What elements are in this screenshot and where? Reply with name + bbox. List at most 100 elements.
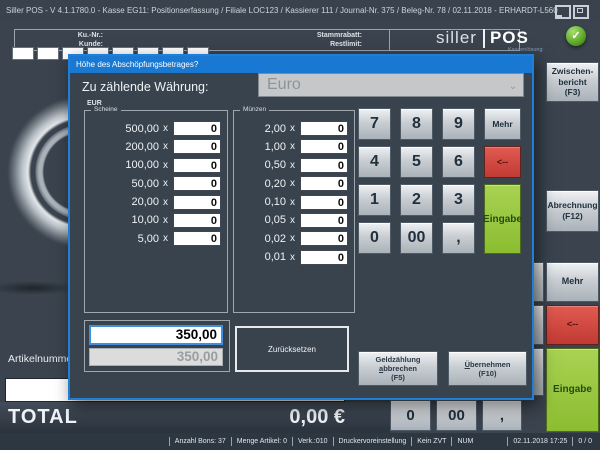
key-enter[interactable]: Eingabe xyxy=(484,184,521,254)
restore-icon[interactable] xyxy=(573,5,589,19)
cancel-button-line2: (F5) xyxy=(391,373,405,382)
denomination-count-input[interactable]: 0 xyxy=(173,121,221,136)
currency-value: Euro xyxy=(267,76,301,93)
denomination-label: 100,00 xyxy=(125,159,159,171)
header-divider xyxy=(389,30,390,50)
apply-button[interactable]: Übernehmen (F10) xyxy=(448,351,527,386)
backspace-button[interactable]: <-- xyxy=(546,305,599,345)
interim-report-button[interactable]: Zwischen-bericht(F3) xyxy=(546,62,599,102)
denomination-count-input[interactable]: 0 xyxy=(300,213,348,228)
multiply-sign: x xyxy=(163,178,168,189)
key-1[interactable]: 1 xyxy=(358,184,391,216)
coins-group-label: Münzen xyxy=(240,106,269,113)
cash-count-dialog: Höhe des Abschöpfungsbetrages? Zu zählen… xyxy=(68,54,534,400)
button-label-line: Abrechnung xyxy=(547,200,597,211)
multiply-sign: x xyxy=(163,215,168,226)
key-3[interactable]: 3 xyxy=(442,184,475,216)
button-label-line: Mehr xyxy=(562,276,584,287)
key-backspace[interactable]: <-- xyxy=(484,146,521,178)
denomination-label: 500,00 xyxy=(125,123,159,135)
reset-button[interactable]: Zurücksetzen xyxy=(235,326,349,372)
button-label-line: <-- xyxy=(567,319,578,330)
denomination-row: 20,00 x 0 xyxy=(85,195,227,210)
denomination-count-input[interactable]: 0 xyxy=(300,231,348,246)
logo-separator xyxy=(483,29,485,48)
quick-slot[interactable] xyxy=(37,47,59,60)
multiply-sign: x xyxy=(290,178,295,189)
denomination-count-input[interactable]: 0 xyxy=(300,250,348,265)
denomination-label: 20,00 xyxy=(131,196,159,208)
key-5[interactable]: 5 xyxy=(400,146,433,178)
status-item: NUM xyxy=(451,437,478,446)
sum-readonly: 350,00 xyxy=(89,348,223,366)
multiply-sign: x xyxy=(163,123,168,134)
denomination-count-input[interactable]: 0 xyxy=(173,213,221,228)
denomination-count-input[interactable]: 0 xyxy=(173,158,221,173)
minimize-icon[interactable] xyxy=(555,5,571,19)
denomination-count-input[interactable]: 0 xyxy=(173,195,221,210)
multiply-sign: x xyxy=(163,233,168,244)
denomination-label: 5,00 xyxy=(138,233,159,245)
key-6[interactable]: 6 xyxy=(442,146,475,178)
main-key-comma[interactable]: , xyxy=(482,400,522,431)
status-item: 02.11.2018 17:25 xyxy=(507,437,572,446)
denomination-count-input[interactable]: 0 xyxy=(300,195,348,210)
denomination-label: 50,00 xyxy=(131,178,159,190)
multiply-sign: x xyxy=(290,197,295,208)
button-label-line: (F3) xyxy=(565,87,581,98)
denomination-row: 0,50 x 0 xyxy=(234,158,354,173)
denomination-count-input[interactable]: 0 xyxy=(300,121,348,136)
cancel-count-button[interactable]: Geldzählung abbrechen (F5) xyxy=(358,351,438,386)
button-label-line: Eingabe xyxy=(553,384,592,397)
ring-shadow-graphic xyxy=(0,281,78,295)
article-number-label: Artikelnummer xyxy=(8,353,76,365)
key-9[interactable]: 9 xyxy=(442,108,475,140)
denomination-label: 0,02 xyxy=(265,233,286,245)
multiply-sign: x xyxy=(163,141,168,152)
bills-rows: 500,00 x 0 200,00 x 0 100,00 x 0 50 xyxy=(85,111,227,246)
key-0[interactable]: 0 xyxy=(358,222,391,254)
siller-pos-logo: siller POS Kassenlösung xyxy=(436,28,529,48)
window-title: Siller POS - V 4.1.1780.0 - Kasse EG11: … xyxy=(6,6,558,15)
denomination-row: 10,00 x 0 xyxy=(85,213,227,228)
key-00[interactable]: 00 xyxy=(400,222,433,254)
sum-input[interactable]: 350,00 xyxy=(89,325,223,345)
more-button[interactable]: Mehr xyxy=(546,262,599,302)
denomination-count-input[interactable]: 0 xyxy=(300,176,348,191)
main-key-00[interactable]: 00 xyxy=(436,400,477,431)
denomination-count-input[interactable]: 0 xyxy=(173,139,221,154)
denomination-row: 0,02 x 0 xyxy=(234,231,354,246)
total-value: 0,00 € xyxy=(289,406,345,429)
denomination-label: 0,01 xyxy=(265,251,286,263)
key-4[interactable]: 4 xyxy=(358,146,391,178)
button-label-line: (F12) xyxy=(562,211,582,222)
multiply-sign: x xyxy=(290,215,295,226)
denomination-row: 100,00 x 0 xyxy=(85,158,227,173)
denomination-row: 1,00 x 0 xyxy=(234,139,354,154)
denomination-label: 1,00 xyxy=(265,141,286,153)
denomination-count-input[interactable]: 0 xyxy=(300,139,348,154)
denomination-count-input[interactable]: 0 xyxy=(300,158,348,173)
coins-group: Münzen 2,00 x 0 1,00 x 0 0,50 x 0 xyxy=(233,110,355,313)
denomination-row: 0,05 x 0 xyxy=(234,213,354,228)
settlement-button[interactable]: Abrechnung(F12) xyxy=(546,190,599,232)
dialog-keypad: 7 8 9 Mehr 4 5 6 <-- 1 2 3 Eingabe 0 00 … xyxy=(358,108,521,254)
key-7[interactable]: 7 xyxy=(358,108,391,140)
denomination-row: 0,20 x 0 xyxy=(234,176,354,191)
key-2[interactable]: 2 xyxy=(400,184,433,216)
currency-select[interactable]: Euro ⌄ xyxy=(258,73,524,97)
denomination-row: 5,00 x 0 xyxy=(85,231,227,246)
key-more[interactable]: Mehr xyxy=(484,108,521,140)
denomination-label: 10,00 xyxy=(131,214,159,226)
chevron-down-icon: ⌄ xyxy=(509,76,517,98)
enter-button[interactable]: Eingabe xyxy=(546,348,599,432)
denomination-row: 200,00 x 0 xyxy=(85,139,227,154)
key-comma[interactable]: , xyxy=(442,222,475,254)
main-key-0[interactable]: 0 xyxy=(390,400,431,431)
denomination-label: 0,05 xyxy=(265,214,286,226)
status-item: Kein ZVT xyxy=(411,437,451,446)
denomination-count-input[interactable]: 0 xyxy=(173,176,221,191)
quick-slot[interactable] xyxy=(12,47,34,60)
denomination-count-input[interactable]: 0 xyxy=(173,231,221,246)
key-8[interactable]: 8 xyxy=(400,108,433,140)
